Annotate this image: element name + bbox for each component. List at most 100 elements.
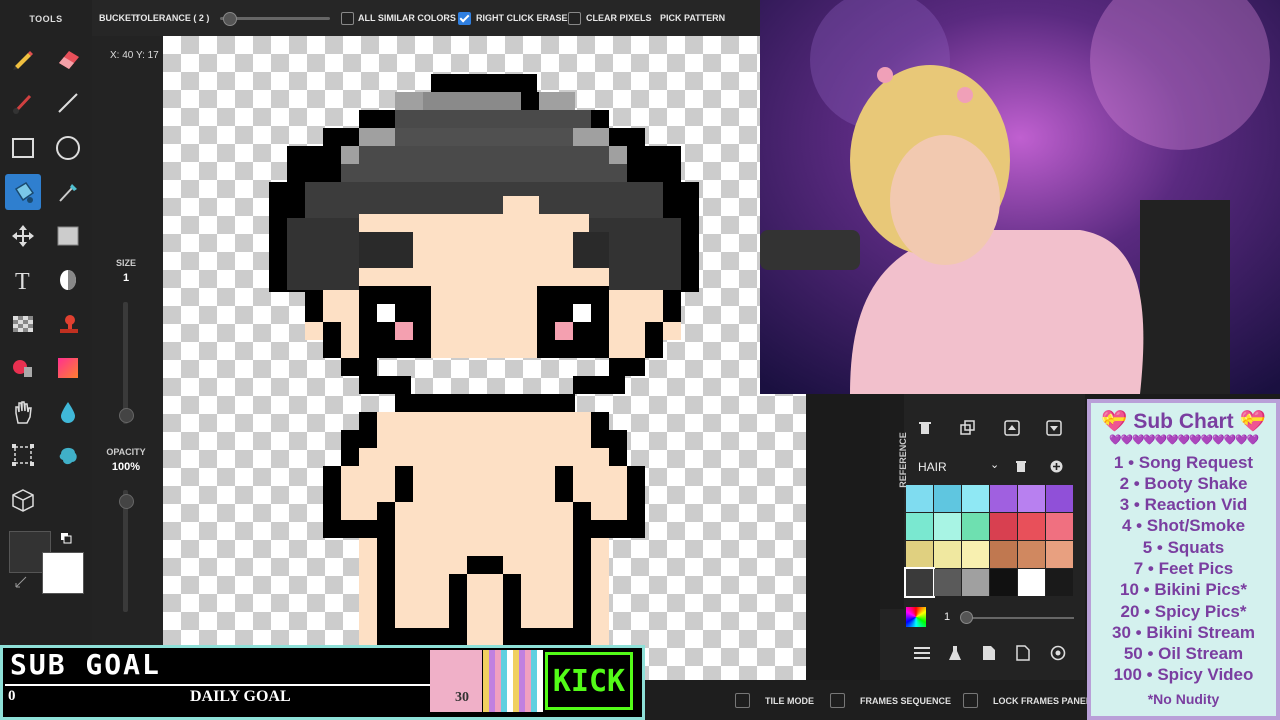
color-swatch[interactable]	[962, 569, 989, 596]
frames-sequence-label: FRAMES SEQUENCE	[860, 696, 952, 706]
tile-mode-checkbox[interactable]	[735, 693, 750, 708]
color-replace-tool[interactable]	[5, 350, 41, 386]
palette-opacity-slider[interactable]	[962, 617, 1074, 619]
sub-chart-item: 7 • Feet Pics	[1133, 559, 1234, 578]
move-down-icon[interactable]	[1046, 420, 1062, 441]
color-swatch[interactable]	[962, 485, 989, 512]
line-icon	[58, 93, 78, 113]
lock-frames-panel-checkbox[interactable]	[963, 693, 978, 708]
color-swatch[interactable]	[934, 541, 961, 568]
reset-colors-icon[interactable]	[14, 575, 28, 589]
sub-goal-label: DAILY GOAL	[190, 688, 291, 705]
select-tool[interactable]	[5, 437, 41, 473]
sub-goal-title: SUB GOAL	[10, 648, 161, 681]
sub-chart-item: 3 • Reaction Vid	[1119, 495, 1248, 514]
bucket-icon	[14, 181, 35, 203]
secondary-color-swatch[interactable]	[42, 552, 84, 594]
size-slider[interactable]	[123, 302, 128, 424]
color-swatch[interactable]	[990, 569, 1017, 596]
rectangle-icon	[12, 138, 34, 158]
color-swatch[interactable]	[1018, 485, 1045, 512]
color-swatch[interactable]	[990, 541, 1017, 568]
color-wheel-icon[interactable]	[906, 607, 926, 627]
color-swatch[interactable]	[1046, 541, 1073, 568]
opacity-slider-knob[interactable]	[119, 494, 134, 509]
sub-chart-hearts: 💜💜💜💜💜💜💜💜💜💜💜💜💜	[1109, 435, 1259, 446]
color-swatch[interactable]	[1046, 513, 1073, 540]
reference-tab[interactable]	[880, 394, 904, 609]
pencil-tool[interactable]	[5, 40, 41, 76]
stamp-tool[interactable]	[50, 306, 86, 342]
add-color-icon[interactable]	[1050, 460, 1063, 478]
gradient-icon	[58, 358, 78, 378]
chevron-down-icon[interactable]: ⌄	[990, 458, 999, 471]
magic-wand-tool[interactable]	[50, 437, 86, 473]
color-swatch[interactable]	[904, 567, 935, 598]
color-swatch[interactable]	[962, 541, 989, 568]
size-label: SIZE	[115, 258, 136, 268]
duplicate-icon[interactable]	[960, 420, 976, 441]
color-swatch[interactable]	[1018, 541, 1045, 568]
3d-tool[interactable]	[5, 482, 41, 518]
tools-panel: TOOLS T	[0, 0, 92, 645]
move-up-icon[interactable]	[1004, 420, 1020, 441]
tile-mode-label: TILE MODE	[765, 696, 814, 706]
tolerance-label: TOLERANCE ( 2 )	[135, 13, 210, 23]
rectangle-tool[interactable]	[5, 130, 41, 166]
cursor-coordinates: X: 40 Y: 17	[110, 50, 159, 61]
sub-chart-item: 10 • Bikini Pics*	[1120, 580, 1247, 599]
drawing-canvas[interactable]	[163, 36, 806, 680]
ellipse-tool[interactable]	[50, 130, 86, 166]
frames-sequence-checkbox[interactable]	[830, 693, 845, 708]
color-swatch[interactable]	[1018, 513, 1045, 540]
tolerance-slider-knob[interactable]	[223, 12, 237, 26]
color-swatch[interactable]	[990, 485, 1017, 512]
color-swatch[interactable]	[1046, 485, 1073, 512]
color-swatch[interactable]	[934, 485, 961, 512]
color-swatch[interactable]	[906, 485, 933, 512]
color-swatch[interactable]	[990, 513, 1017, 540]
move-arrows-icon	[12, 225, 34, 247]
flask-icon[interactable]	[948, 645, 962, 666]
color-swatch[interactable]	[934, 513, 961, 540]
pan-tool[interactable]	[5, 394, 41, 430]
trash-icon[interactable]	[918, 420, 932, 441]
dither-tool[interactable]	[50, 218, 86, 254]
gradient-tool[interactable]	[50, 350, 86, 386]
all-similar-colors-checkbox[interactable]	[341, 12, 354, 25]
palette-name[interactable]: HAIR	[918, 460, 947, 474]
color-swatch[interactable]	[962, 513, 989, 540]
export-file-icon[interactable]	[1016, 645, 1030, 666]
size-slider-knob[interactable]	[119, 408, 134, 423]
color-swatch[interactable]	[1018, 569, 1045, 596]
cube-icon	[12, 489, 34, 512]
svg-text:T: T	[15, 269, 30, 293]
sub-chart-item: 2 • Booty Shake	[1119, 474, 1248, 493]
import-file-icon[interactable]	[982, 645, 996, 666]
checker-tool[interactable]	[5, 306, 41, 342]
pick-pattern-button[interactable]: PICK PATTERN	[660, 13, 725, 23]
color-swatch[interactable]	[934, 569, 961, 596]
swap-colors-icon[interactable]	[60, 531, 72, 544]
color-swatch[interactable]	[906, 513, 933, 540]
color-swatch[interactable]	[906, 541, 933, 568]
smudge-tool[interactable]	[50, 394, 86, 430]
line-tool[interactable]	[50, 85, 86, 121]
eyedropper-icon	[59, 184, 77, 202]
color-swatch[interactable]	[1046, 569, 1073, 596]
eraser-tool[interactable]	[50, 40, 86, 76]
text-tool[interactable]: T	[5, 262, 41, 298]
palette-opacity-knob[interactable]	[960, 611, 973, 624]
right-click-erase-checkbox[interactable]	[458, 12, 471, 25]
eyedropper-tool[interactable]	[50, 174, 86, 210]
checker-icon	[13, 316, 33, 332]
clear-pixels-checkbox[interactable]	[568, 12, 581, 25]
clear-pixels-label: CLEAR PIXELS	[586, 13, 652, 23]
palette-trash-icon[interactable]	[1015, 460, 1027, 478]
lighten-tool[interactable]	[50, 262, 86, 298]
list-icon[interactable]	[914, 646, 930, 665]
brush-tool[interactable]	[5, 85, 41, 121]
move-tool[interactable]	[5, 218, 41, 254]
settings-circle-icon[interactable]	[1050, 645, 1066, 666]
bucket-tool[interactable]	[5, 174, 41, 210]
